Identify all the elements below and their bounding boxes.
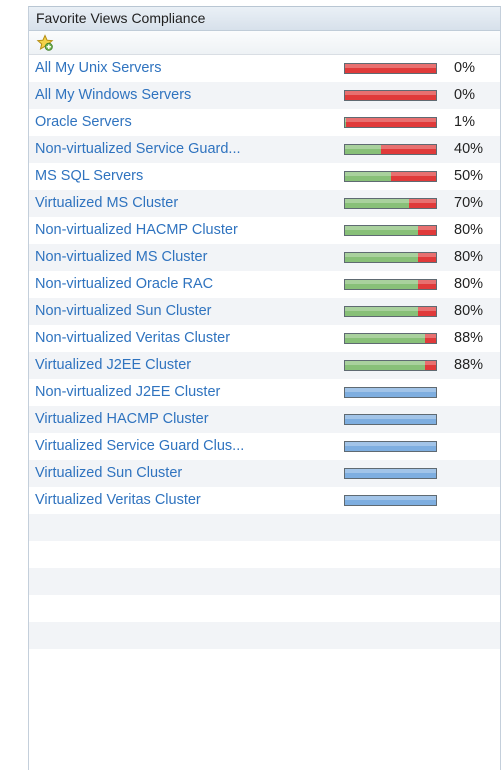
compliance-bar xyxy=(344,117,437,128)
view-link[interactable]: Virtualized Sun Cluster xyxy=(35,460,182,487)
view-row: Non-virtualized HACMP Cluster 80% xyxy=(29,217,500,244)
bar-gloss xyxy=(345,388,436,392)
bar-gloss xyxy=(345,469,436,473)
view-link[interactable]: All My Unix Servers xyxy=(35,55,162,82)
compliance-percent: 0% xyxy=(454,60,475,76)
bar-gloss xyxy=(345,118,436,122)
compliance-percent: 80% xyxy=(454,222,484,238)
bar-gloss xyxy=(345,145,436,149)
compliance-bar xyxy=(344,171,437,182)
star-add-icon xyxy=(36,33,54,51)
view-row: Non-virtualized MS Cluster 80% xyxy=(29,244,500,271)
bar-gloss xyxy=(345,91,436,95)
panel-title: Favorite Views Compliance xyxy=(29,7,500,31)
compliance-bar xyxy=(344,144,437,155)
bar-gloss xyxy=(345,199,436,203)
view-link[interactable]: Non-virtualized HACMP Cluster xyxy=(35,217,238,244)
compliance-bar xyxy=(344,468,437,479)
compliance-percent: 40% xyxy=(454,141,484,157)
view-row: Non-virtualized Sun Cluster 80% xyxy=(29,298,500,325)
view-link[interactable]: Virtualized Service Guard Clus... xyxy=(35,433,244,460)
compliance-bar xyxy=(344,252,437,263)
bar-gloss xyxy=(345,253,436,257)
compliance-bar xyxy=(344,387,437,398)
view-link[interactable]: Non-virtualized Sun Cluster xyxy=(35,298,212,325)
compliance-percent: 80% xyxy=(454,276,484,292)
empty-row xyxy=(29,595,500,622)
view-link[interactable]: All My Windows Servers xyxy=(35,82,191,109)
view-link[interactable]: Virtualized J2EE Cluster xyxy=(35,352,191,379)
compliance-bar xyxy=(344,333,437,344)
bar-gloss xyxy=(345,307,436,311)
bar-gloss xyxy=(345,496,436,500)
view-link[interactable]: Non-virtualized MS Cluster xyxy=(35,244,207,271)
compliance-percent: 0% xyxy=(454,87,475,103)
compliance-bar xyxy=(344,90,437,101)
compliance-bar xyxy=(344,63,437,74)
bar-gloss xyxy=(345,64,436,68)
compliance-percent: 70% xyxy=(454,195,484,211)
views-list: All My Unix Servers 0% All My Windows Serv… xyxy=(29,55,500,676)
view-row: Virtualized MS Cluster 70% xyxy=(29,190,500,217)
view-row: Virtualized J2EE Cluster 88% xyxy=(29,352,500,379)
panel-toolbar xyxy=(29,31,500,55)
compliance-bar xyxy=(344,441,437,452)
view-row: MS SQL Servers 50% xyxy=(29,163,500,190)
bar-gloss xyxy=(345,361,436,365)
bar-gloss xyxy=(345,334,436,338)
empty-row xyxy=(29,541,500,568)
view-row: Virtualized HACMP Cluster xyxy=(29,406,500,433)
empty-row xyxy=(29,514,500,541)
bar-gloss xyxy=(345,172,436,176)
compliance-bar xyxy=(344,414,437,425)
empty-row xyxy=(29,622,500,649)
view-row: Non-virtualized Service Guard... 40% xyxy=(29,136,500,163)
compliance-percent: 1% xyxy=(454,114,475,130)
view-row: Non-virtualized J2EE Cluster xyxy=(29,379,500,406)
view-link[interactable]: Virtualized MS Cluster xyxy=(35,190,178,217)
favorite-views-compliance-panel: Favorite Views Compliance All My Unix Se… xyxy=(28,6,501,770)
view-link[interactable]: Non-virtualized Veritas Cluster xyxy=(35,325,230,352)
bar-gloss xyxy=(345,442,436,446)
compliance-bar xyxy=(344,225,437,236)
view-row: All My Unix Servers 0% xyxy=(29,55,500,82)
bar-gloss xyxy=(345,415,436,419)
compliance-bar xyxy=(344,279,437,290)
compliance-percent: 80% xyxy=(454,249,484,265)
compliance-bar xyxy=(344,306,437,317)
view-link[interactable]: Virtualized Veritas Cluster xyxy=(35,487,201,514)
view-link[interactable]: Oracle Servers xyxy=(35,109,132,136)
view-row: Virtualized Sun Cluster xyxy=(29,460,500,487)
view-link[interactable]: Non-virtualized Oracle RAC xyxy=(35,271,213,298)
compliance-percent: 88% xyxy=(454,330,484,346)
compliance-bar xyxy=(344,495,437,506)
bar-gloss xyxy=(345,226,436,230)
add-favorite-button[interactable] xyxy=(35,33,55,53)
empty-row xyxy=(29,568,500,595)
view-row: Non-virtualized Oracle RAC 80% xyxy=(29,271,500,298)
compliance-bar xyxy=(344,360,437,371)
view-link[interactable]: Virtualized HACMP Cluster xyxy=(35,406,209,433)
compliance-bar xyxy=(344,198,437,209)
compliance-percent: 80% xyxy=(454,303,484,319)
view-link[interactable]: MS SQL Servers xyxy=(35,163,143,190)
view-link[interactable]: Non-virtualized Service Guard... xyxy=(35,136,241,163)
compliance-percent: 88% xyxy=(454,357,484,373)
view-row: Non-virtualized Veritas Cluster 88% xyxy=(29,325,500,352)
view-link[interactable]: Non-virtualized J2EE Cluster xyxy=(35,379,220,406)
compliance-percent: 50% xyxy=(454,168,484,184)
empty-row xyxy=(29,649,500,676)
bar-gloss xyxy=(345,280,436,284)
view-row: Virtualized Veritas Cluster xyxy=(29,487,500,514)
view-row: Oracle Servers 1% xyxy=(29,109,500,136)
view-row: All My Windows Servers 0% xyxy=(29,82,500,109)
view-row: Virtualized Service Guard Clus... xyxy=(29,433,500,460)
